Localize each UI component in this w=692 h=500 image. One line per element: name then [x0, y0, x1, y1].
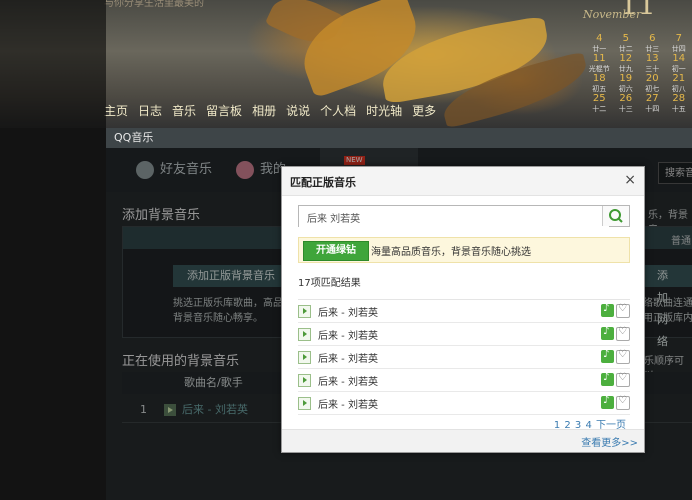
result-song-name: 后来 - 刘若英 [318, 400, 378, 411]
open-green-diamond-button[interactable]: 开通绿钻 [303, 241, 369, 261]
modal-overlay [0, 0, 106, 500]
calendar-day: 14 [672, 53, 686, 64]
calendar-day: 11 [592, 53, 606, 64]
nav-timeline[interactable]: 时光轴 [366, 102, 402, 119]
see-more-link[interactable]: 查看更多>> [581, 434, 638, 449]
add-music-icon[interactable] [601, 349, 614, 363]
list-item[interactable]: 后来 - 刘若英 [298, 346, 630, 369]
result-song-name: 后来 - 刘若英 [318, 377, 378, 388]
calendar-day: 25 [592, 93, 606, 104]
favorite-icon[interactable] [616, 303, 630, 318]
dialog-footer: 查看更多>> [282, 429, 644, 452]
calendar-day: 28 [672, 93, 686, 104]
song-search-field [298, 205, 630, 228]
song-search-input[interactable] [299, 206, 609, 228]
calendar-day: 13 [645, 53, 659, 64]
vip-promo-text: 海量高品质音乐，背景音乐随心挑选 [371, 247, 531, 258]
add-music-icon[interactable] [601, 372, 614, 386]
calendar-day: 19 [619, 73, 633, 84]
play-icon[interactable] [298, 351, 311, 364]
result-count: 17项匹配结果 [298, 278, 361, 289]
calendar-day: 4 [596, 33, 603, 44]
calendar-lunar: 十三 [618, 105, 633, 113]
calendar-lunar: 十五 [671, 105, 686, 113]
nav-music[interactable]: 音乐 [172, 102, 196, 119]
play-icon[interactable] [298, 305, 311, 318]
calendar-lunar: 十四 [645, 105, 660, 113]
list-item[interactable]: 后来 - 刘若英 [298, 369, 630, 392]
list-item[interactable]: 后来 - 刘若英 [298, 323, 630, 346]
calendar-day: 18 [592, 73, 606, 84]
nav-more[interactable]: 更多 [412, 102, 436, 119]
close-icon[interactable]: × [624, 172, 636, 188]
calendar-day: 12 [619, 53, 633, 64]
calendar-day: 5 [622, 33, 629, 44]
list-item[interactable]: 后来 - 刘若英 [298, 392, 630, 415]
calendar-month-name: November [583, 8, 642, 21]
result-song-name: 后来 - 刘若英 [318, 331, 378, 342]
add-music-icon[interactable] [601, 395, 614, 409]
result-list: 后来 - 刘若英 后来 - 刘若英 后来 - 刘若英 后来 - 刘若英 后来 -… [298, 299, 630, 415]
nav-blog[interactable]: 日志 [138, 102, 162, 119]
favorite-icon[interactable] [616, 326, 630, 341]
match-licensed-music-dialog: 匹配正版音乐 × 开通绿钻 海量高品质音乐，背景音乐随心挑选 17项匹配结果 后… [281, 166, 645, 453]
calendar-day: 20 [645, 73, 659, 84]
app-titlebar: QQ音乐 [106, 128, 692, 148]
nav-profile[interactable]: 个人档 [320, 102, 356, 119]
calendar-day: 21 [672, 73, 686, 84]
favorite-icon[interactable] [616, 349, 630, 364]
nav-album[interactable]: 相册 [252, 102, 276, 119]
search-button[interactable] [602, 206, 629, 226]
list-item[interactable]: 后来 - 刘若英 [298, 300, 630, 323]
nav-shuoshuo[interactable]: 说说 [286, 102, 310, 119]
nav-guestbook[interactable]: 留言板 [206, 102, 242, 119]
vip-promo-bar: 开通绿钻 海量高品质音乐，背景音乐随心挑选 [298, 237, 630, 263]
result-song-name: 后来 - 刘若英 [318, 354, 378, 365]
search-icon [609, 209, 623, 223]
calendar-day: 27 [645, 93, 659, 104]
play-icon[interactable] [298, 328, 311, 341]
calendar-day: 7 [675, 33, 682, 44]
favorite-icon[interactable] [616, 372, 630, 387]
play-icon[interactable] [298, 374, 311, 387]
dialog-header: 匹配正版音乐 × [282, 167, 644, 196]
nav-home[interactable]: 主页 [104, 102, 128, 119]
play-icon[interactable] [298, 397, 311, 410]
calendar-day: 6 [649, 33, 656, 44]
favorite-icon[interactable] [616, 395, 630, 410]
dialog-title: 匹配正版音乐 [290, 176, 356, 189]
add-music-icon[interactable] [601, 303, 614, 317]
calendar-day: 26 [619, 93, 633, 104]
calendar: 4567 廿一 廿二 廿三 廿四 11 12 13 14 光棍节 廿九 三十 初一 18 19 20 2… [586, 34, 692, 114]
add-music-icon[interactable] [601, 326, 614, 340]
site-tagline: 与你分享生活里最美的 [104, 0, 204, 9]
space-nav: 主页 日志 音乐 留言板 相册 说说 个人档 时光轴 更多 [104, 102, 436, 119]
calendar-lunar: 十二 [592, 105, 607, 113]
result-song-name: 后来 - 刘若英 [318, 308, 378, 319]
